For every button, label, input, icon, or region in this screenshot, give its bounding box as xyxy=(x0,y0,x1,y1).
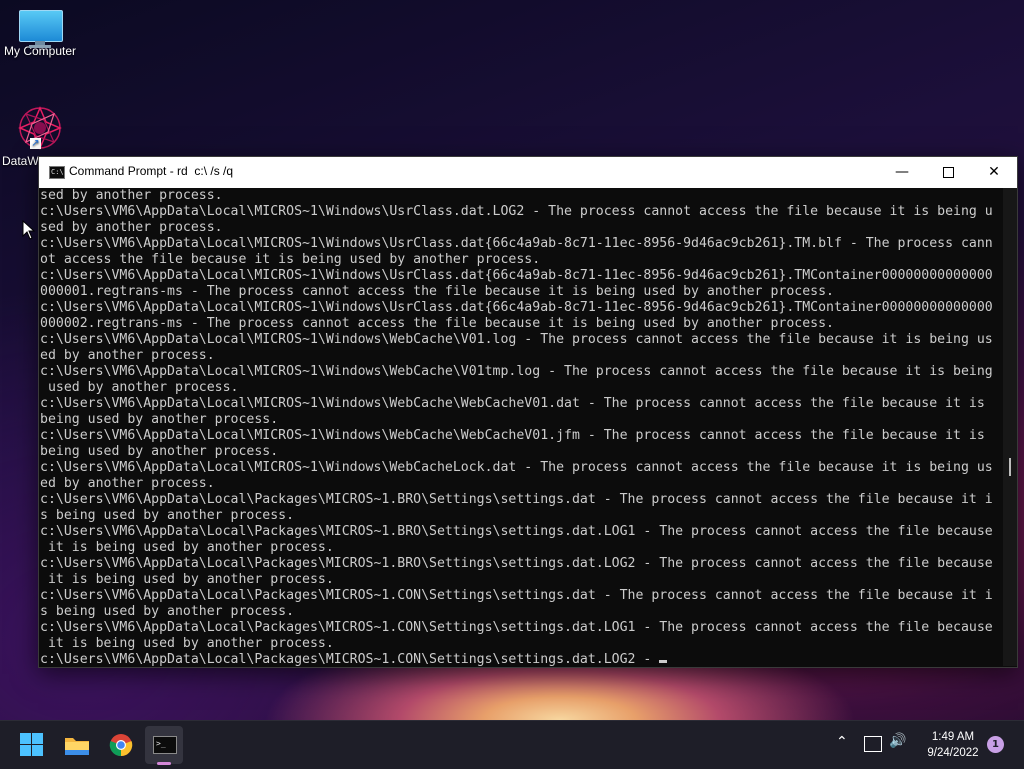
notification-badge[interactable]: 1 xyxy=(987,736,1004,753)
taskbar-start-button[interactable] xyxy=(13,726,51,764)
minimize-button[interactable]: — xyxy=(879,157,925,188)
shortcut-arrow-icon: ↗ xyxy=(30,138,41,149)
console-line: 000002.regtrans-ms - The process cannot … xyxy=(40,316,834,331)
console-line: sed by another process. xyxy=(40,188,223,203)
console-line: c:\Users\VM6\AppData\Local\MICROS~1\Wind… xyxy=(40,332,993,347)
desktop-icon-my-computer[interactable]: My Computer xyxy=(0,10,80,58)
network-icon[interactable] xyxy=(864,736,882,752)
console-line: c:\Users\VM6\AppData\Local\MICROS~1\Wind… xyxy=(40,460,993,475)
console-line: c:\Users\VM6\AppData\Local\MICROS~1\Wind… xyxy=(40,364,993,379)
scrollbar-thumb[interactable] xyxy=(1009,458,1011,476)
taskbar-file-explorer-button[interactable] xyxy=(58,726,96,764)
monitor-icon xyxy=(19,10,63,48)
command-prompt-window[interactable]: C:\ Command Prompt - rd c:\ /s /q — ✕ se… xyxy=(38,156,1018,668)
maximize-button[interactable] xyxy=(925,157,971,188)
minimize-icon: — xyxy=(895,164,909,180)
console-line: s being used by another process. xyxy=(40,508,295,523)
console-line: being used by another process. xyxy=(40,412,279,427)
taskbar-chrome-button[interactable] xyxy=(102,726,140,764)
chevron-up-icon[interactable]: ⌃ xyxy=(836,734,848,750)
console-line: c:\Users\VM6\AppData\Local\MICROS~1\Wind… xyxy=(40,300,993,315)
window-title: Command Prompt - rd c:\ /s /q xyxy=(69,164,234,178)
folder-icon xyxy=(65,738,89,755)
console-line: c:\Users\VM6\AppData\Local\Packages\MICR… xyxy=(40,524,993,539)
console-line: sed by another process. xyxy=(40,220,223,235)
maximize-icon xyxy=(942,166,954,178)
text-cursor xyxy=(659,660,668,663)
console-line: used by another process. xyxy=(40,380,239,395)
taskbar-clock[interactable]: 1:49 AM 9/24/2022 xyxy=(910,729,996,761)
console-line: c:\Users\VM6\AppData\Local\Packages\MICR… xyxy=(40,588,993,603)
console-line: c:\Users\VM6\AppData\Local\MICROS~1\Wind… xyxy=(40,236,993,251)
console-line: c:\Users\VM6\AppData\Local\Packages\MICR… xyxy=(40,556,993,571)
console-line: it is being used by another process. xyxy=(40,636,334,651)
console-current-text: c:\Users\VM6\AppData\Local\Packages\MICR… xyxy=(40,652,660,666)
console-current-line: c:\Users\VM6\AppData\Local\Packages\MICR… xyxy=(40,652,1002,666)
console-line: being used by another process. xyxy=(40,444,279,459)
console-output[interactable]: sed by another process. c:\Users\VM6\AppD… xyxy=(39,188,1002,666)
console-line: ed by another process. xyxy=(40,348,215,363)
console-line: 000001.regtrans-ms - The process cannot … xyxy=(40,284,834,299)
console-line: c:\Users\VM6\AppData\Local\Packages\MICR… xyxy=(40,620,993,635)
console-line: c:\Users\VM6\AppData\Local\Packages\MICR… xyxy=(40,492,993,507)
close-icon: ✕ xyxy=(988,164,1000,180)
console-line: c:\Users\VM6\AppData\Local\MICROS~1\Wind… xyxy=(40,204,993,219)
chrome-icon xyxy=(109,734,133,757)
console-line: c:\Users\VM6\AppData\Local\MICROS~1\Wind… xyxy=(40,396,985,411)
console-line: c:\Users\VM6\AppData\Local\MICROS~1\Wind… xyxy=(40,428,985,443)
cmd-icon: >_ xyxy=(153,736,177,754)
clock-date: 9/24/2022 xyxy=(927,747,979,759)
console-line: it is being used by another process. xyxy=(40,572,334,587)
windows-start-icon xyxy=(20,733,44,757)
close-button[interactable]: ✕ xyxy=(971,157,1017,188)
speaker-icon[interactable]: 🔊 xyxy=(889,733,906,749)
cmd-icon: C:\ xyxy=(49,166,65,179)
console-line: c:\Users\VM6\AppData\Local\MICROS~1\Wind… xyxy=(40,268,993,283)
vertical-scrollbar[interactable] xyxy=(1003,188,1017,666)
taskbar-command-prompt-button[interactable]: >_ xyxy=(145,726,183,765)
clock-time: 1:49 AM xyxy=(931,731,975,743)
console-line: it is being used by another process. xyxy=(40,540,334,555)
console-line: ed by another process. xyxy=(40,476,215,491)
active-app-indicator xyxy=(157,762,171,765)
title-bar[interactable]: C:\ Command Prompt - rd c:\ /s /q — ✕ xyxy=(39,157,1017,188)
console-line: ot access the file because it is being u… xyxy=(40,252,541,267)
console-line: s being used by another process. xyxy=(40,604,295,619)
